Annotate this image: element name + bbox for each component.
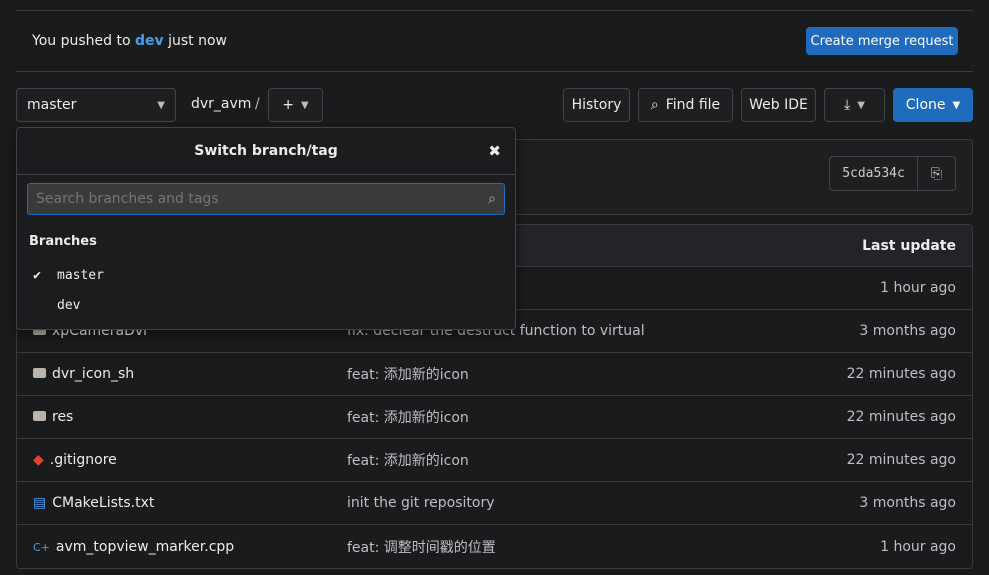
check-icon: ✔ <box>33 267 41 283</box>
last-update-time: 1 hour ago <box>880 538 956 555</box>
commit-message-link[interactable]: init the git repository <box>347 495 495 511</box>
chevron-down-icon: ▼ <box>857 99 865 111</box>
create-merge-request-button[interactable]: Create merge request <box>806 27 958 55</box>
branch-item-dev[interactable]: dev <box>17 290 515 320</box>
copy-icon[interactable]: ⎘ <box>918 157 955 190</box>
web-ide-button[interactable]: Web IDE <box>741 88 816 122</box>
commit-sha[interactable]: 5cda534c <box>830 157 918 190</box>
table-row[interactable]: C+ avm_topview_marker.cpp feat: 调整时间戳的位置 1 … <box>17 525 972 568</box>
commit-message-link[interactable]: feat: 添加新的icon <box>347 450 469 470</box>
search-icon: ⌕ <box>488 191 496 207</box>
commit-sha-group: 5cda534c ⎘ <box>829 156 956 191</box>
git-icon: ◆ <box>33 452 44 468</box>
clone-button[interactable]: Clone ▼ <box>893 88 973 122</box>
dropdown-title: Switch branch/tag <box>194 143 338 159</box>
last-update-time: 22 minutes ago <box>846 452 956 468</box>
table-row[interactable]: ◆ .gitignore feat: 添加新的icon 22 minutes ago <box>17 439 972 482</box>
branch-search-input[interactable]: ⌕ <box>27 183 505 215</box>
table-row[interactable]: dvr_icon_sh feat: 添加新的icon 22 minutes ago <box>17 353 972 396</box>
find-file-button[interactable]: ⌕ Find file <box>638 88 733 122</box>
folder-icon <box>33 366 46 382</box>
close-icon[interactable]: ✖ <box>488 142 501 160</box>
push-banner: You pushed to dev just now <box>32 33 227 49</box>
last-update-time: 22 minutes ago <box>846 409 956 425</box>
branch-selector[interactable]: master ▼ <box>16 88 176 122</box>
branches-heading: Branches <box>29 234 97 249</box>
file-name-link[interactable]: CMakeLists.txt <box>52 495 154 511</box>
file-name-link[interactable]: avm_topview_marker.cpp <box>56 539 234 555</box>
last-update-time: 3 months ago <box>859 495 956 511</box>
folder-icon <box>33 409 46 425</box>
cpp-icon: C+ <box>33 540 50 554</box>
branch-dropdown: Switch branch/tag ✖ ⌕ Branches ✔master d… <box>16 127 516 330</box>
chevron-down-icon: ▼ <box>301 99 309 111</box>
search-field[interactable] <box>36 191 489 207</box>
repo-name[interactable]: dvr_avm <box>191 96 251 112</box>
add-button[interactable]: + ▼ <box>268 88 323 122</box>
commit-message-link[interactable]: feat: 添加新的icon <box>347 364 469 384</box>
file-name-link[interactable]: res <box>52 409 73 425</box>
header-last-update: Last update <box>862 237 956 254</box>
last-update-time: 22 minutes ago <box>846 366 956 382</box>
history-button[interactable]: History <box>563 88 630 122</box>
branch-item-master[interactable]: ✔ master <box>17 260 515 290</box>
chevron-down-icon: ▼ <box>952 99 961 111</box>
chevron-down-icon: ▼ <box>157 99 165 111</box>
commit-message-link[interactable]: feat: 添加新的icon <box>347 407 469 427</box>
table-row[interactable]: ▤ CMakeLists.txt init the git repository 3 … <box>17 482 972 525</box>
file-text-icon: ▤ <box>33 495 47 511</box>
download-icon: ⤓ <box>844 97 851 113</box>
divider <box>16 71 973 72</box>
file-name-link[interactable]: dvr_icon_sh <box>52 366 134 382</box>
file-name-link[interactable]: .gitignore <box>50 452 117 468</box>
download-button[interactable]: ⤓ ▼ <box>824 88 885 122</box>
last-update-time: 1 hour ago <box>880 280 956 296</box>
commit-message-link[interactable]: feat: 调整时间戳的位置 <box>347 537 496 557</box>
table-row[interactable]: res feat: 添加新的icon 22 minutes ago <box>17 396 972 439</box>
last-update-time: 3 months ago <box>859 323 956 339</box>
search-icon: ⌕ <box>650 97 659 113</box>
divider <box>16 10 973 11</box>
branch-link[interactable]: dev <box>135 33 164 49</box>
